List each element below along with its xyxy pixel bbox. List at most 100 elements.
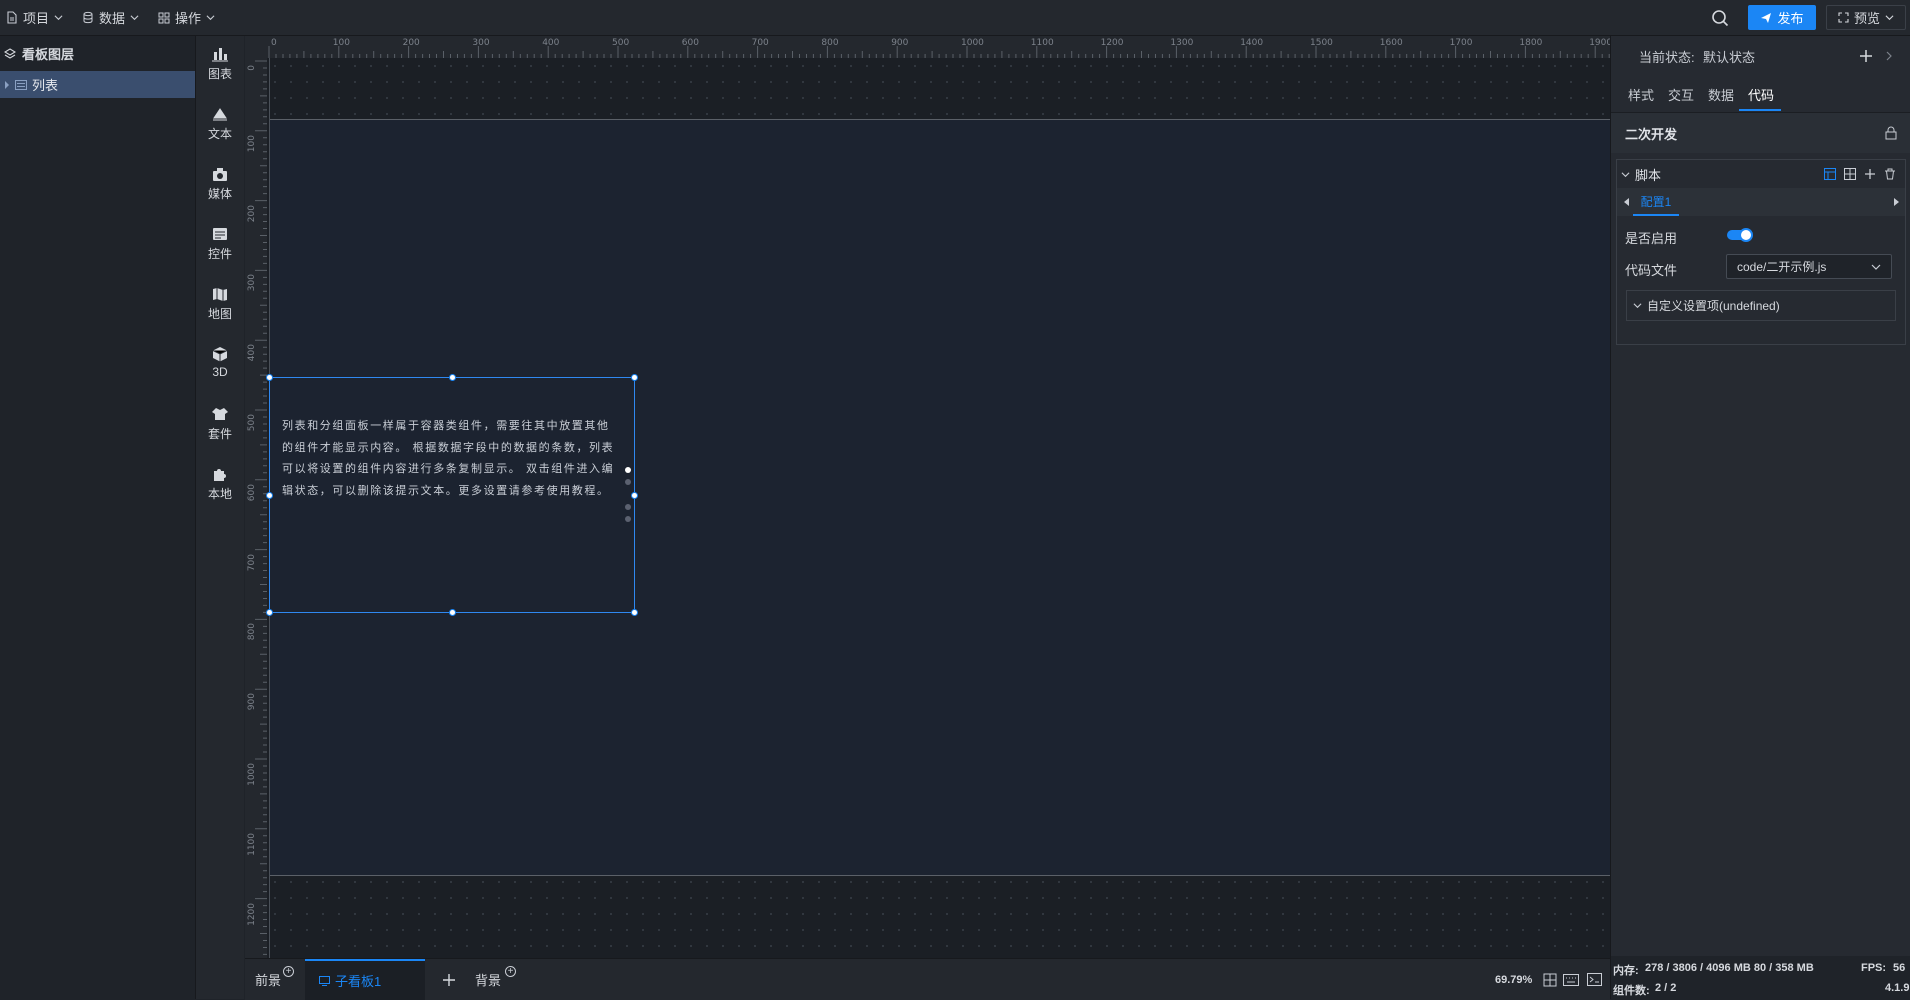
publish-button[interactable]: 发布: [1748, 5, 1816, 30]
component-label: 3D: [212, 365, 228, 379]
component-widget[interactable]: 控件: [196, 226, 244, 278]
ruler-label: 700: [247, 553, 257, 571]
component-label: 媒体: [207, 187, 232, 201]
chevron-right-icon[interactable]: [1886, 51, 1893, 61]
list-icon: [15, 79, 27, 90]
tab-label: 交互: [1668, 87, 1695, 103]
add-foreground-icon[interactable]: +: [283, 966, 294, 977]
tab-style[interactable]: 样式: [1628, 76, 1654, 112]
layer-item-list[interactable]: 列表: [0, 71, 195, 98]
tab-label: 前景: [255, 973, 282, 988]
resize-handle[interactable]: [266, 609, 273, 616]
resize-handle[interactable]: [631, 492, 638, 499]
ruler-ticks: [268, 46, 1610, 58]
memory-value: 278 / 3806 / 4096 MB 80 / 358 MB: [1645, 962, 1814, 974]
resize-handle[interactable]: [631, 374, 638, 381]
tab-background[interactable]: 背景: [475, 959, 501, 1000]
chevron-down-icon: [1885, 15, 1894, 21]
layers-header: 看板图层: [0, 36, 195, 71]
resize-handle[interactable]: [449, 374, 456, 381]
component-3d[interactable]: 3D: [196, 346, 244, 398]
active-tab-indicator: [1739, 109, 1781, 111]
ruler-label: 900: [247, 693, 257, 711]
ruler-label: 0: [247, 65, 257, 71]
config-tab-1[interactable]: 配置1: [1633, 188, 1679, 216]
menu-label: 数据: [99, 11, 126, 26]
caret-right-icon[interactable]: [1894, 198, 1899, 206]
ruler-label: 300: [247, 274, 257, 292]
fit-icon: [1543, 973, 1557, 986]
component-text[interactable]: 文本: [196, 106, 244, 158]
tab-data[interactable]: 数据: [1708, 76, 1734, 112]
config-tab-label: 配置1: [1640, 194, 1672, 209]
component-toolbar: 图表 文本 媒体 控件 地图 3D 套件 本地: [196, 36, 244, 999]
caret-left-icon[interactable]: [1624, 198, 1629, 206]
layout-list-icon[interactable]: [1824, 168, 1836, 180]
add-tab-button[interactable]: [443, 959, 455, 1000]
resize-handle[interactable]: [266, 492, 273, 499]
chevron-down-icon: [206, 15, 215, 21]
ruler-horizontal: 0 100 200 300 400 500 600 700 800 900 1000 1100 1200…: [245, 36, 1610, 58]
resize-handle[interactable]: [449, 609, 456, 616]
state-value[interactable]: 默认状态: [1703, 47, 1755, 66]
keyboard-button[interactable]: [1563, 959, 1579, 1000]
pager-dot[interactable]: [625, 467, 631, 473]
tab-code[interactable]: 代码: [1748, 76, 1774, 112]
code-file-label: 代码文件: [1625, 263, 1678, 278]
menu-operation[interactable]: 操作: [158, 0, 215, 35]
component-map[interactable]: 地图: [196, 286, 244, 338]
layout-grid-icon[interactable]: [1844, 168, 1856, 180]
menu-project[interactable]: 项目: [6, 0, 63, 35]
search-button[interactable]: [1710, 8, 1732, 28]
component-local[interactable]: 本地: [196, 466, 244, 518]
resize-handle[interactable]: [266, 374, 273, 381]
ruler-label: 1000: [247, 763, 257, 786]
code-file-select[interactable]: code/二开示例.js: [1726, 254, 1892, 279]
custom-settings-collapse[interactable]: 自定义设置项(undefined): [1626, 290, 1896, 321]
console-button[interactable]: [1587, 959, 1602, 1000]
ruler-label: 1000: [961, 38, 984, 48]
component-chart[interactable]: 图表: [196, 46, 244, 98]
ruler-label: 100: [332, 38, 350, 48]
canvas-area[interactable]: 0 100 200 300 400 500 600 700 800 900 1000 1100 1200…: [245, 36, 1610, 958]
tab-foreground[interactable]: 前景: [255, 959, 281, 1000]
keyboard-icon: [1563, 973, 1579, 986]
plus-icon: [443, 973, 455, 986]
fit-screen-button[interactable]: [1543, 959, 1557, 1000]
component-label: 地图: [207, 307, 232, 321]
properties-panel: 当前状态: 默认状态 样式 交互 数据 代码 二次开发 脚本 配置1 是否启用 …: [1610, 36, 1910, 999]
caret-right-icon[interactable]: [4, 80, 10, 89]
ruler-vertical: 0 100 200 300 400 500 600 700 800 900 1000 1100 1200: [245, 36, 267, 958]
list-component[interactable]: 列表和分组面板一样属于容器类组件，需要往其中放置其他的组件才能显示内容。 根据数…: [266, 374, 638, 616]
tab-subboard[interactable]: 子看板1: [305, 959, 425, 1000]
pager-dot[interactable]: [625, 516, 631, 522]
tab-label: 代码: [1748, 87, 1775, 103]
component-media[interactable]: 媒体: [196, 166, 244, 218]
plus-icon[interactable]: [1864, 168, 1876, 180]
tab-interaction[interactable]: 交互: [1668, 76, 1694, 112]
resize-handle[interactable]: [631, 609, 638, 616]
lock-icon[interactable]: [1885, 126, 1897, 140]
component-suit[interactable]: 套件: [196, 406, 244, 458]
media-icon: [213, 168, 227, 181]
trash-icon[interactable]: [1884, 168, 1896, 180]
ruler-label: 100: [247, 134, 257, 152]
add-background-icon[interactable]: +: [505, 966, 516, 977]
preview-button[interactable]: 预览: [1826, 5, 1906, 30]
secondary-dev-section: 二次开发: [1611, 113, 1910, 153]
property-tabs: 样式 交互 数据 代码: [1611, 76, 1910, 113]
enable-toggle[interactable]: [1727, 228, 1753, 242]
layers-panel: 看板图层 列表: [0, 36, 196, 999]
menu-data[interactable]: 数据: [82, 0, 139, 35]
chevron-down-icon[interactable]: [1621, 170, 1630, 179]
pager-dot[interactable]: [625, 479, 631, 485]
zoom-level[interactable]: 69.79%: [1495, 959, 1532, 1000]
script-header[interactable]: 脚本: [1617, 160, 1905, 188]
cube-icon: [212, 347, 228, 362]
suit-icon: [212, 408, 228, 420]
ruler-label: 400: [247, 344, 257, 362]
tab-label: 背景: [475, 973, 502, 988]
add-state-icon[interactable]: [1859, 49, 1873, 63]
pager-dot[interactable]: [625, 504, 631, 510]
enable-label: 是否启用: [1625, 231, 1678, 246]
